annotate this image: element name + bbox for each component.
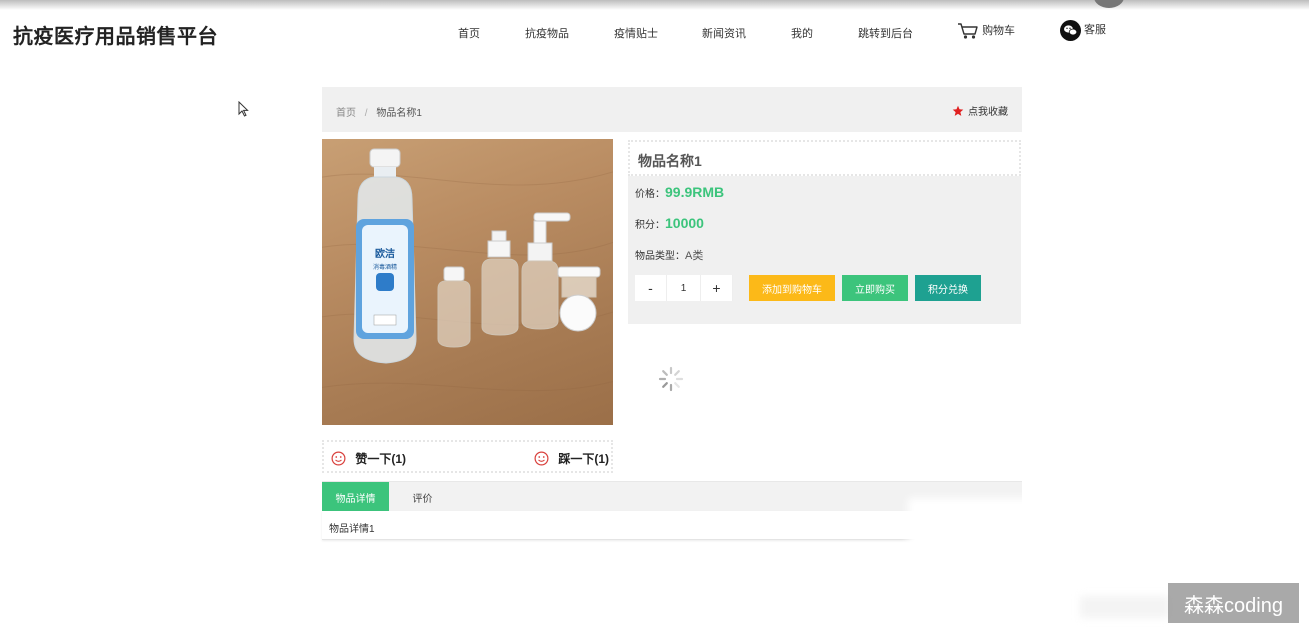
points-row: 积分：10000 [635,215,704,231]
dislike-button[interactable]: 踩一下(1) [534,450,609,467]
loading-spinner-icon [658,366,684,397]
smile-icon [534,451,558,466]
site-logo[interactable]: 抗疫医疗用品销售平台 [13,20,218,49]
nav-admin[interactable]: 跳转到后台 [858,25,913,41]
type-value: A类 [685,250,704,262]
favorite-button[interactable]: 点我收藏 [952,103,1008,118]
nav-tips[interactable]: 疫情贴士 [614,25,658,41]
nav-service[interactable]: 客服 [1060,20,1106,41]
nav-cart[interactable]: 购物车 [957,22,1015,40]
product-title: 物品名称1 [638,153,702,169]
dislike-label: 踩一下(1) [558,452,610,466]
watermark-shadow [1080,596,1170,618]
nav-news[interactable]: 新闻资讯 [702,25,746,41]
svg-text:欧洁: 欧洁 [375,247,395,260]
add-to-cart-button[interactable]: 添加到购物车 [749,275,835,301]
breadcrumb-home[interactable]: 首页 [336,108,356,119]
quantity-plus-button[interactable]: + [701,275,733,301]
nav-products[interactable]: 抗疫物品 [525,25,569,41]
product-title-box: 物品名称1 [628,140,1021,176]
quantity-input[interactable]: 1 [667,275,701,301]
like-button[interactable]: 赞一下(1) [331,450,406,467]
nav-cart-label: 购物车 [982,25,1016,37]
points-value: 10000 [665,215,704,231]
price-row: 价格：99.9RMB [635,184,724,200]
tab-review[interactable]: 评价 [389,482,456,512]
type-row: 物品类型：A类 [635,247,703,263]
nav-mine[interactable]: 我的 [791,25,813,41]
breadcrumb-bar: 首页 / 物品名称1 点我收藏 [322,87,1022,132]
price-label: 价格： [635,189,665,200]
tab-product-detail[interactable]: 物品详情 [322,482,389,512]
product-info-panel: 价格：99.9RMB 积分：10000 物品类型：A类 - 1 + 添加到购物车… [628,176,1021,324]
type-label: 物品类型： [635,251,685,262]
buy-now-button[interactable]: 立即购买 [842,275,908,301]
star-icon [952,105,968,118]
vote-bar: 赞一下(1) 踩一下(1) [322,440,613,473]
mouse-cursor-icon [238,100,249,122]
redeem-points-button[interactable]: 积分兑换 [915,275,981,301]
quantity-minus-button[interactable]: - [635,275,667,301]
points-label: 积分： [635,220,665,231]
site-header: 抗疫医疗用品销售平台 首页 抗疫物品 疫情贴士 新闻资讯 我的 跳转到后台 购物… [0,0,1309,66]
watermark: 森森coding [1168,583,1299,623]
breadcrumb-current: 物品名称1 [376,108,422,119]
favorite-label: 点我收藏 [968,107,1008,118]
breadcrumb-separator: / [364,108,368,119]
breadcrumb: 首页 / 物品名称1 [336,104,422,119]
nav-home[interactable]: 首页 [458,25,480,41]
shopping-cart-icon [957,23,982,39]
fade-overlay [916,506,1028,552]
svg-text:消毒酒精: 消毒酒精 [373,263,397,271]
tab-content-text: 物品详情1 [329,524,375,535]
like-label: 赞一下(1) [355,452,407,466]
wechat-icon [1060,20,1081,41]
price-value: 99.9RMB [665,184,725,200]
nav-service-label: 客服 [1084,24,1106,37]
smile-icon [331,451,355,466]
product-image: 欧洁 消毒酒精 [322,139,613,425]
quantity-stepper: - 1 + [635,275,733,301]
